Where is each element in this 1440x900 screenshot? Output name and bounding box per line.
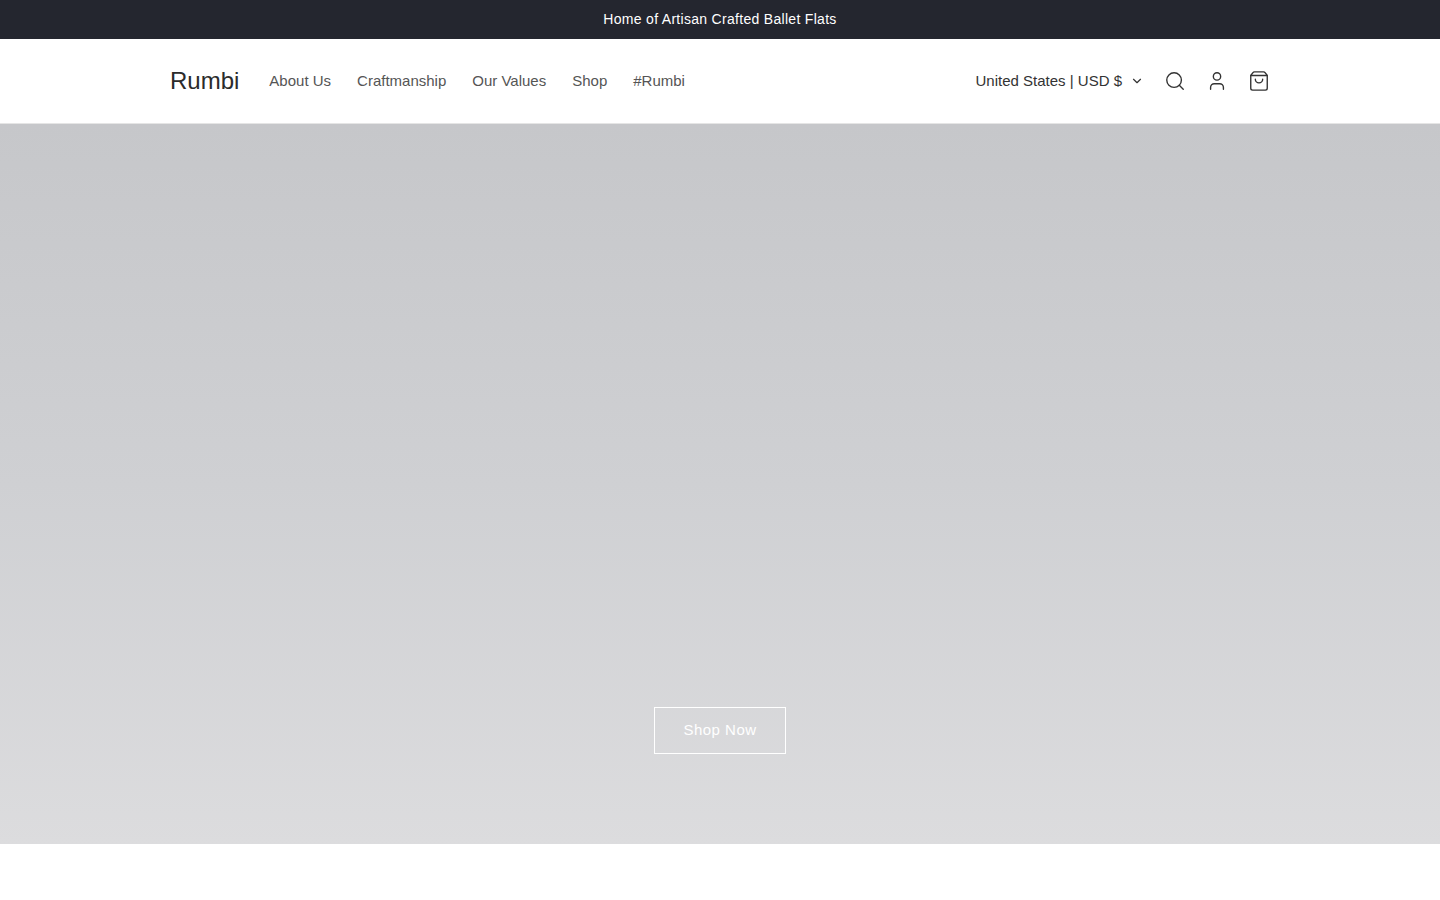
main-nav: About Us Craftmanship Our Values Shop #Rumbi	[267, 70, 687, 93]
cart-icon[interactable]	[1248, 70, 1270, 92]
account-icon[interactable]	[1206, 70, 1228, 92]
hero-banner: Shop Now	[0, 124, 1440, 844]
logo[interactable]: Rumbi	[170, 63, 239, 99]
nav-link[interactable]: Shop	[570, 70, 609, 93]
site-header: Rumbi About Us Craftmanship Our Values Shop #…	[0, 39, 1440, 124]
page: Home of Artisan Crafted Ballet Flats Rumb…	[0, 0, 1440, 900]
search-icon[interactable]	[1164, 70, 1186, 92]
nav-link[interactable]: About Us	[267, 70, 333, 93]
shop-now-button[interactable]: Shop Now	[654, 707, 786, 754]
announcement-bar: Home of Artisan Crafted Ballet Flats	[0, 0, 1440, 39]
nav-link[interactable]: Craftmanship	[355, 70, 448, 93]
nav-link[interactable]: #Rumbi	[631, 70, 687, 93]
announcement-text: Home of Artisan Crafted Ballet Flats	[603, 9, 836, 30]
chevron-down-icon	[1130, 74, 1144, 88]
country-selector[interactable]: United States | USD $	[976, 70, 1144, 93]
nav-link[interactable]: Our Values	[470, 70, 548, 93]
